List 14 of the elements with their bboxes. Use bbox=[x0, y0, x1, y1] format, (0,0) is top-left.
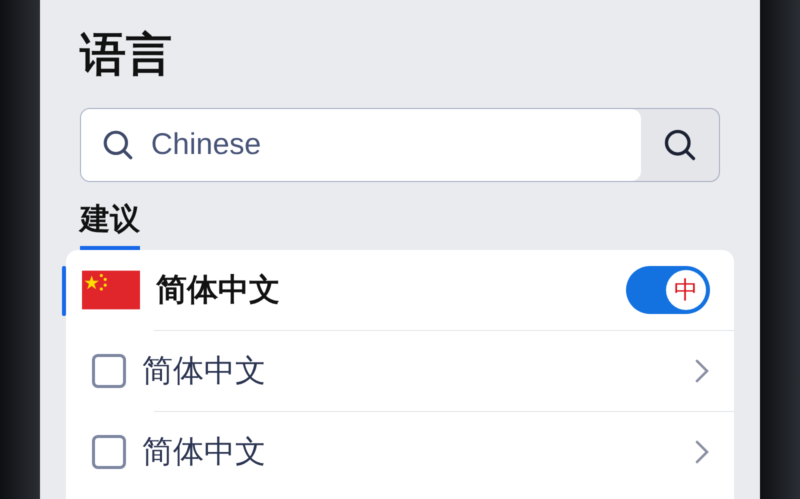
language-name: 简体中文 bbox=[156, 271, 281, 310]
language-name: 简体中文 bbox=[142, 433, 267, 472]
search-icon bbox=[662, 127, 698, 163]
toggle-switch[interactable]: 中 bbox=[626, 266, 710, 314]
language-name: 简体中文 bbox=[142, 352, 267, 391]
checkbox[interactable] bbox=[92, 354, 126, 388]
chevron-right-icon[interactable] bbox=[694, 358, 710, 384]
search-icon bbox=[101, 128, 135, 162]
flag-icon bbox=[82, 270, 140, 310]
search-field[interactable]: Chinese bbox=[81, 109, 641, 181]
page-title: 语言 bbox=[80, 26, 173, 83]
chevron-right-icon[interactable] bbox=[694, 439, 710, 465]
search-input[interactable]: Chinese bbox=[149, 127, 641, 163]
checkbox[interactable] bbox=[92, 435, 126, 469]
